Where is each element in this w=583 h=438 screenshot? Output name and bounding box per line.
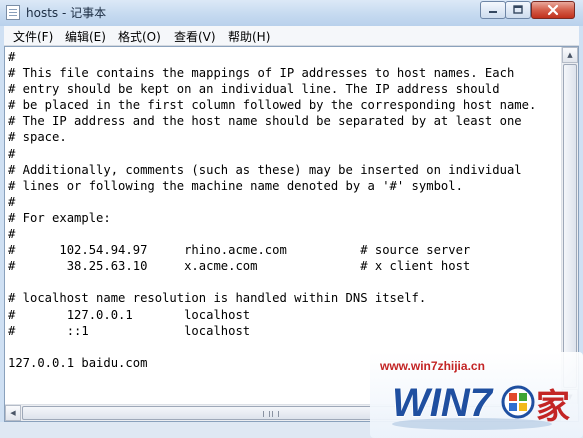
watermark-url: www.win7zhijia.cn bbox=[380, 359, 485, 373]
vertical-scroll-thumb[interactable] bbox=[563, 64, 577, 388]
editor-line: # bbox=[8, 50, 16, 64]
site-watermark: www.win7zhijia.cn WIN7 家 bbox=[370, 352, 583, 438]
menu-help[interactable]: 帮助(H) bbox=[228, 28, 270, 45]
editor-line: # bbox=[8, 194, 16, 209]
arrow-left-icon: ◀ bbox=[10, 409, 16, 417]
editor-text[interactable]: # # This file contains the mappings of I… bbox=[8, 49, 536, 371]
scroll-up-button[interactable]: ▲ bbox=[562, 47, 578, 63]
minimize-icon bbox=[489, 11, 497, 13]
editor-line: # localhost name resolution is handled w… bbox=[8, 291, 427, 306]
notepad-app-icon[interactable] bbox=[6, 5, 20, 20]
scroll-left-button[interactable]: ◀ bbox=[5, 405, 21, 421]
menu-bar: 文件(F) 编辑(E) 格式(O) 查看(V) 帮助(H) bbox=[4, 26, 579, 46]
menu-view[interactable]: 查看(V) bbox=[174, 28, 216, 45]
editor-line: # be placed in the first column followed… bbox=[8, 98, 537, 113]
close-button[interactable] bbox=[531, 1, 575, 19]
editor-line: # Additionally, comments (such as these)… bbox=[8, 162, 522, 177]
notepad-window: hosts - 记事本 文件(F) 编辑(E) 格式(O) 查看(V) 帮助(H… bbox=[0, 0, 583, 438]
editor-line: # space. bbox=[8, 130, 67, 145]
arrow-up-icon: ▲ bbox=[567, 51, 573, 59]
editor-line: # ::1 localhost bbox=[8, 323, 251, 338]
menu-file[interactable]: 文件(F) bbox=[13, 28, 53, 45]
editor-line: # The IP address and the host name shoul… bbox=[8, 114, 522, 129]
editor-line: # lines or following the machine name de… bbox=[8, 178, 463, 193]
editor-line: # bbox=[8, 146, 16, 161]
editor-line: # This file contains the mappings of IP … bbox=[8, 66, 515, 81]
editor-line: 127.0.0.1 baidu.com bbox=[8, 355, 148, 370]
editor-line: # bbox=[8, 227, 16, 242]
win7-logo: WIN7 家 bbox=[391, 380, 570, 430]
watermark-logo-text: WIN7 bbox=[392, 381, 494, 425]
editor-line: # 127.0.0.1 localhost bbox=[8, 307, 251, 322]
editor-line: # 102.54.94.97 rhino.acme.com # source s… bbox=[8, 243, 471, 258]
close-icon bbox=[547, 4, 559, 16]
maximize-icon bbox=[513, 5, 523, 14]
editor-line: # 38.25.63.10 x.acme.com # x client host bbox=[8, 259, 471, 274]
menu-format[interactable]: 格式(O) bbox=[118, 28, 161, 45]
scroll-grip-icon bbox=[263, 411, 279, 417]
editor-line: # For example: bbox=[8, 210, 111, 225]
title-bar[interactable]: hosts - 记事本 bbox=[0, 0, 583, 26]
maximize-button[interactable] bbox=[505, 1, 531, 19]
watermark-logo-char: 家 bbox=[536, 387, 570, 427]
editor-line: # entry should be kept on an individual … bbox=[8, 82, 500, 97]
minimize-button[interactable] bbox=[480, 1, 506, 19]
menu-edit[interactable]: 编辑(E) bbox=[65, 28, 106, 45]
window-title: hosts - 记事本 bbox=[26, 6, 107, 20]
